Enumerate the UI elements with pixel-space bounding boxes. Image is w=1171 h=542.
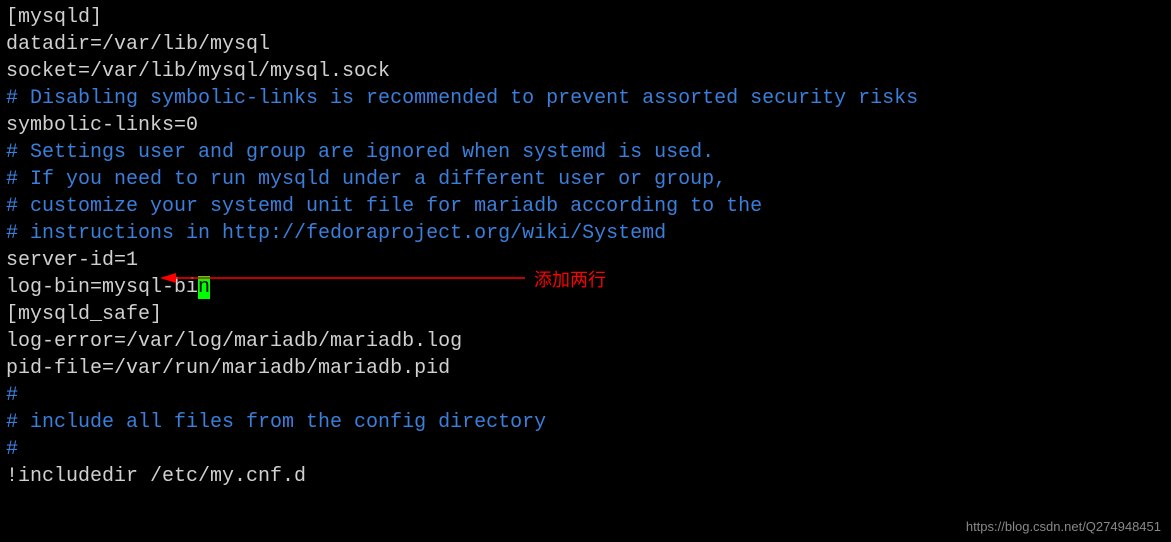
config-line: # Disabling symbolic-links is recommende… — [6, 85, 1165, 112]
config-line: [mysqld] — [6, 4, 1165, 31]
config-line: datadir=/var/lib/mysql — [6, 31, 1165, 58]
config-line: pid-file=/var/run/mariadb/mariadb.pid — [6, 355, 1165, 382]
config-line: # — [6, 436, 1165, 463]
config-line: log-error=/var/log/mariadb/mariadb.log — [6, 328, 1165, 355]
config-line: # include all files from the config dire… — [6, 409, 1165, 436]
terminal-output: [mysqld]datadir=/var/lib/mysqlsocket=/va… — [6, 4, 1165, 490]
config-line: # instructions in http://fedoraproject.o… — [6, 220, 1165, 247]
config-line: # — [6, 382, 1165, 409]
config-line: socket=/var/lib/mysql/mysql.sock — [6, 58, 1165, 85]
config-line: # customize your systemd unit file for m… — [6, 193, 1165, 220]
config-line: # Settings user and group are ignored wh… — [6, 139, 1165, 166]
annotation-label: 添加两行 — [534, 268, 606, 292]
config-line: symbolic-links=0 — [6, 112, 1165, 139]
cursor: n — [198, 276, 210, 299]
watermark-text: https://blog.csdn.net/Q274948451 — [966, 518, 1161, 536]
config-line: !includedir /etc/my.cnf.d — [6, 463, 1165, 490]
config-line: # If you need to run mysqld under a diff… — [6, 166, 1165, 193]
config-line: [mysqld_safe] — [6, 301, 1165, 328]
